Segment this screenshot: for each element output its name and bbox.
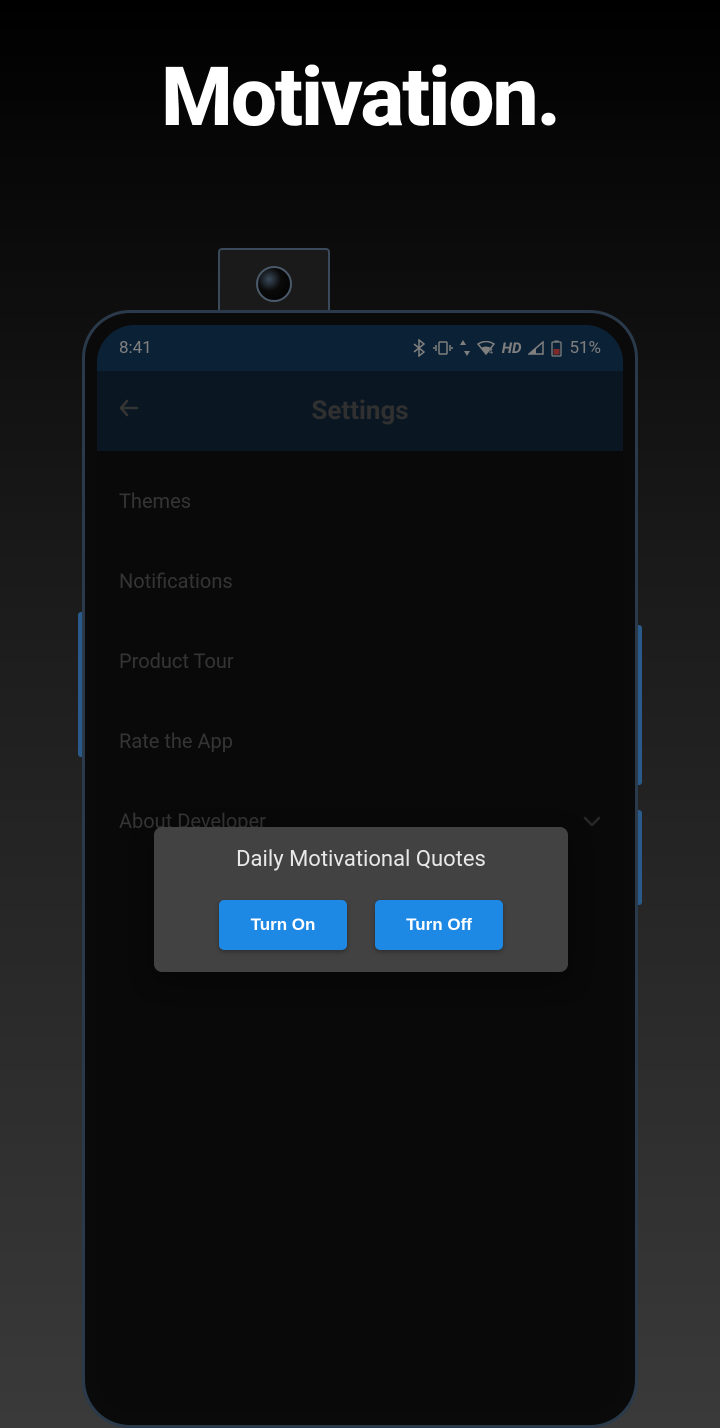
signal-icon [528, 341, 544, 355]
battery-percent: 51% [569, 338, 601, 358]
settings-item-rate-app[interactable]: Rate the App [97, 701, 623, 781]
phone-screen: 8:41 4 HD [97, 325, 623, 1413]
turn-on-button[interactable]: Turn On [219, 900, 347, 950]
turn-off-button[interactable]: Turn Off [375, 900, 503, 950]
settings-item-themes[interactable]: Themes [97, 461, 623, 541]
status-icons: 4 HD 51% [413, 338, 601, 358]
page-title: Settings [97, 396, 623, 426]
chevron-down-icon [583, 811, 601, 832]
settings-item-label: Notifications [119, 569, 233, 593]
promo-title: Motivation. [0, 50, 720, 146]
dialog-title: Daily Motivational Quotes [172, 847, 550, 872]
wifi-icon: 4 [477, 341, 495, 355]
camera-lens [256, 266, 292, 302]
dialog-daily-quotes: Daily Motivational Quotes Turn On Turn O… [154, 827, 568, 972]
status-bar: 8:41 4 HD [97, 325, 623, 371]
settings-list: Themes Notifications Product Tour Rate t… [97, 451, 623, 871]
settings-item-label: Product Tour [119, 649, 234, 673]
app-bar: Settings [97, 371, 623, 451]
bluetooth-icon [413, 339, 426, 357]
settings-item-product-tour[interactable]: Product Tour [97, 621, 623, 701]
vibrate-icon [433, 340, 453, 356]
settings-item-label: Rate the App [119, 729, 233, 753]
svg-text:4: 4 [489, 348, 493, 355]
settings-item-label: Themes [119, 489, 191, 513]
dialog-buttons: Turn On Turn Off [172, 900, 550, 950]
data-icon [460, 340, 470, 356]
back-button[interactable] [117, 396, 157, 427]
hd-icon: HD [502, 339, 522, 357]
battery-icon [551, 340, 562, 357]
camera-module [218, 248, 330, 318]
settings-item-notifications[interactable]: Notifications [97, 541, 623, 621]
status-time: 8:41 [119, 338, 152, 358]
phone-frame: 8:41 4 HD [82, 310, 638, 1428]
